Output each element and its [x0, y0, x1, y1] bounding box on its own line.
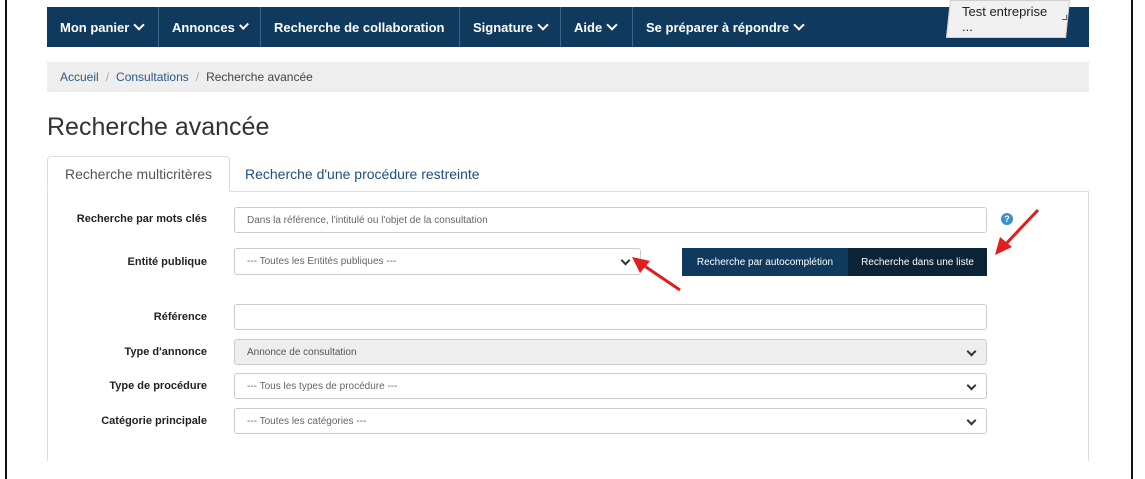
entity-select-value: --- Toutes les Entités publiques ---: [247, 256, 397, 267]
ad-type-select[interactable]: Annonce de consultation: [234, 339, 987, 365]
tab-recherche-multicriteres[interactable]: Recherche multicritères: [47, 156, 230, 192]
chevron-down-icon: [133, 19, 146, 31]
ad-type-label: Type d'annonce: [124, 346, 207, 358]
category-label: Catégorie principale: [101, 415, 207, 427]
frame-right-border: [1131, 0, 1133, 479]
category-select-value: --- Toutes les catégories ---: [247, 415, 367, 427]
entity-label: Entité publique: [127, 256, 207, 268]
red-arrow-icon: [632, 257, 681, 292]
procedure-type-select-value: --- Tous les types de procédure ---: [247, 380, 398, 392]
chevron-down-icon: [793, 19, 805, 31]
chevron-down-icon: [606, 19, 618, 31]
reference-input[interactable]: [234, 304, 987, 330]
nav-recherche-collaboration[interactable]: Recherche de collaboration: [261, 7, 460, 47]
breadcrumb-separator: /: [105, 70, 110, 84]
nav-label: Signature: [473, 19, 533, 35]
user-menu-label: Test entreprise ...: [961, 4, 1048, 34]
category-select[interactable]: --- Toutes les catégories ---: [234, 408, 987, 434]
chevron-down-icon: [966, 346, 977, 357]
tab-procedure-restreinte[interactable]: Recherche d'une procédure restreinte: [245, 156, 480, 192]
breadcrumb-current: Recherche avancée: [206, 70, 313, 84]
nav-annonces[interactable]: Annonces: [159, 7, 261, 47]
frame-left-border: [5, 0, 7, 479]
chevron-down-icon: [966, 415, 977, 426]
breadcrumb-home[interactable]: Accueil: [60, 70, 99, 84]
nav-aide[interactable]: Aide: [561, 7, 633, 47]
breadcrumb: Accueil / Consultations / Recherche avan…: [47, 62, 1089, 92]
chevron-down-icon: [1062, 14, 1068, 20]
chevron-down-icon: [966, 380, 977, 391]
nav-label: Annonces: [172, 19, 235, 35]
nav-signature[interactable]: Signature: [460, 7, 561, 47]
user-menu[interactable]: Test entreprise ...: [946, 0, 1070, 38]
reference-label: Référence: [153, 311, 207, 323]
nav-mon-panier[interactable]: Mon panier: [47, 7, 159, 47]
red-arrow-icon: [995, 208, 1040, 255]
keywords-label: Recherche par mots clés: [76, 213, 207, 225]
nav-label: Recherche de collaboration: [274, 19, 445, 35]
procedure-type-select[interactable]: --- Tous les types de procédure ---: [234, 373, 987, 399]
autocomplete-search-button[interactable]: Recherche par autocomplétion: [682, 248, 848, 276]
nav-se-preparer[interactable]: Se préparer à répondre: [633, 7, 833, 47]
keywords-input[interactable]: Dans la référence, l'intitulé ou l'objet…: [234, 207, 987, 233]
chevron-down-icon: [620, 255, 631, 266]
procedure-type-label: Type de procédure: [109, 380, 207, 392]
nav-label: Aide: [574, 19, 603, 35]
list-search-button[interactable]: Recherche dans une liste: [848, 248, 987, 276]
ad-type-select-value: Annonce de consultation: [247, 346, 357, 358]
page-title: Recherche avancée: [47, 113, 270, 141]
breadcrumb-consultations[interactable]: Consultations: [116, 70, 189, 84]
chevron-down-icon: [537, 19, 549, 31]
nav-label: Se préparer à répondre: [646, 19, 790, 35]
entity-select[interactable]: --- Toutes les Entités publiques ---: [234, 248, 641, 275]
chevron-down-icon: [238, 19, 249, 31]
nav-label: Mon panier: [60, 19, 130, 35]
top-navbar: Mon panier Annonces Recherche de collabo…: [47, 7, 1089, 47]
breadcrumb-separator: /: [195, 70, 200, 84]
